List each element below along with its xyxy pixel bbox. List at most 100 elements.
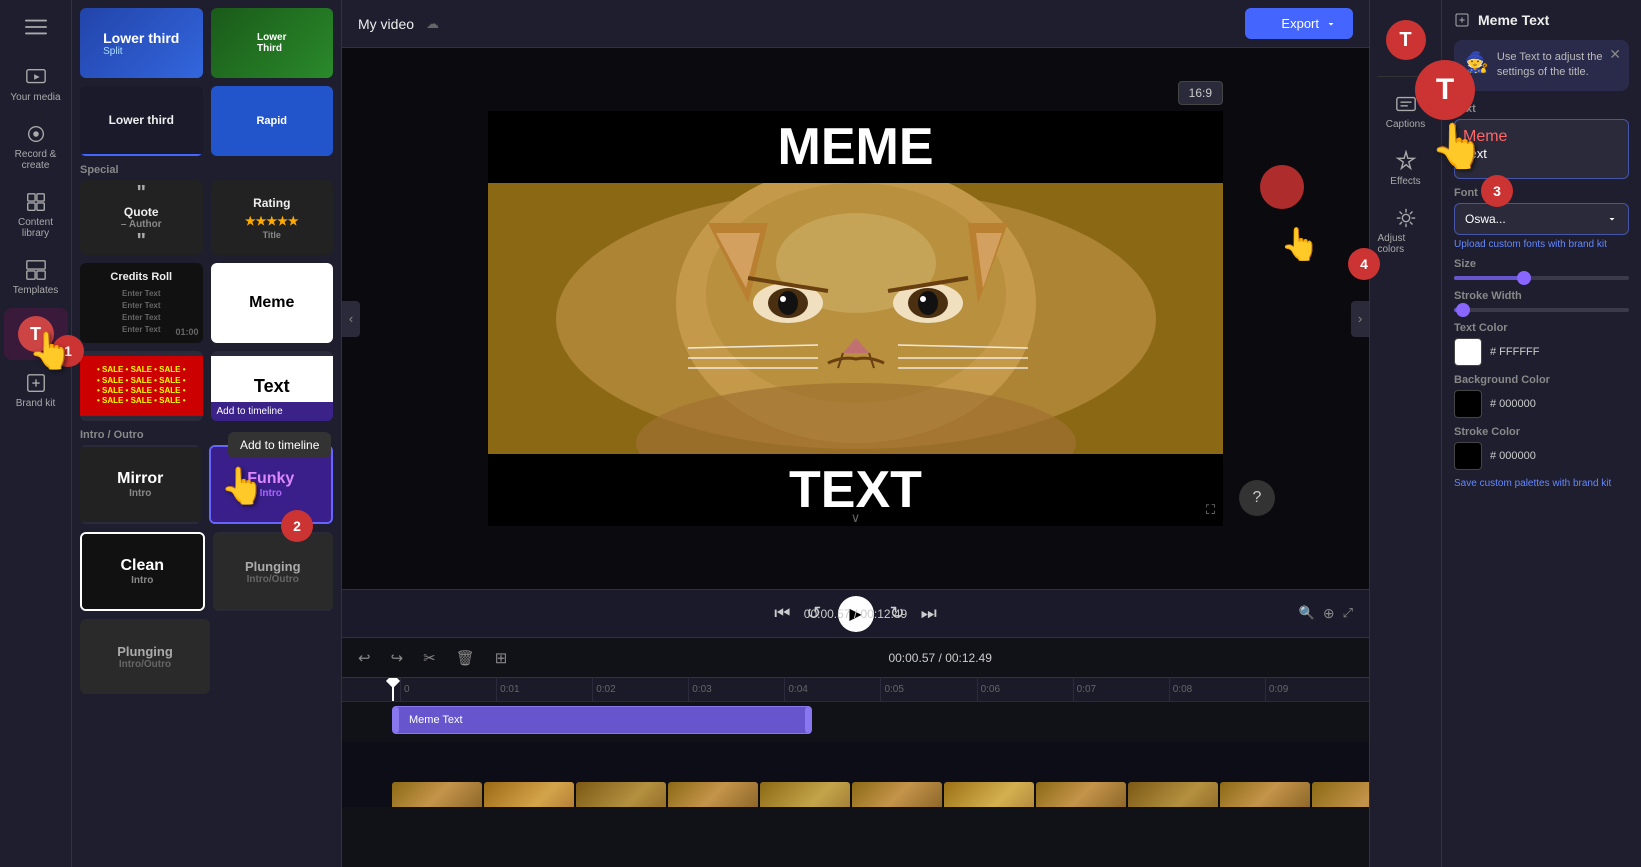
sale-card[interactable]: • SALE • SALE • SALE •• SALE • SALE • SA… [80, 351, 203, 421]
right-icon-effects[interactable]: Effects [1374, 142, 1438, 195]
stroke-thumb[interactable] [1456, 303, 1470, 317]
collapse-right-btn[interactable]: › [1351, 301, 1369, 337]
redo-btn[interactable]: ↪ [387, 645, 408, 671]
collapse-timeline-btn[interactable]: ∨ [851, 510, 861, 526]
templates-panel: Lower third Split Lower Third Lower thir… [72, 0, 342, 867]
sale-preview: • SALE • SALE • SALE •• SALE • SALE • SA… [80, 356, 203, 416]
video-frame-9 [1128, 782, 1218, 807]
lt-minimal-preview: Lower third [80, 86, 203, 156]
undo-btn[interactable]: ↩ [354, 645, 375, 671]
hamburger-menu[interactable] [4, 8, 68, 46]
plunging-card[interactable]: Plunging Intro/Outro [213, 532, 334, 611]
time-separator: / [854, 607, 861, 621]
ruler-mark-1: 0:01 [496, 678, 592, 702]
total-time: 00:12.49 [861, 607, 908, 621]
rapid-label: Rapid [256, 115, 287, 127]
main-area: My video ☁ Export ‹ 16:9 Meme [342, 0, 1369, 867]
fit-view-btn[interactable]: ⤢ [1343, 605, 1353, 622]
meme-text-card[interactable]: Text Add to timeline [211, 351, 334, 421]
panel-title: Meme Text [1454, 12, 1629, 28]
save-palettes-text: Save custom palettes [1454, 478, 1550, 489]
content-label: Content library [8, 217, 64, 239]
zoom-controls: 🔍 ⊕ ⤢ [1299, 605, 1353, 622]
add-timeline-btn[interactable]: Add to timeline [217, 406, 283, 417]
mirror-card[interactable]: Mirror Intro [80, 445, 201, 524]
quote-card[interactable]: " Quote – Author " [80, 180, 203, 255]
ruler-mark-2: 0:02 [592, 678, 688, 702]
delete-btn[interactable]: 🗑 [452, 645, 479, 671]
lower-third-minimal-card[interactable]: Lower third [80, 86, 203, 156]
credits-roll-card[interactable]: Credits Roll Enter TextEnter TextEnter T… [80, 263, 203, 343]
stroke-color-row: # 000000 [1454, 442, 1629, 470]
lower-third-green-card[interactable]: Lower Third [211, 8, 334, 78]
bg-color-swatch[interactable] [1454, 390, 1482, 418]
text-input-area[interactable]: Meme Text [1454, 119, 1629, 179]
video-container: ‹ 16:9 Meme [342, 48, 1369, 589]
lower-third-blue-card[interactable]: Lower third Split [80, 8, 203, 78]
plunging-preview: Plunging Intro/Outro [213, 534, 334, 609]
clip-handle-right[interactable] [805, 707, 811, 733]
sidebar-item-record[interactable]: Record & create [4, 115, 68, 179]
rating-card[interactable]: Rating ★★★★★ Title [211, 180, 334, 255]
lt-rapid-preview: Rapid [211, 86, 334, 156]
cut-btn[interactable]: ✂ [419, 645, 440, 671]
video-frame-3 [576, 782, 666, 807]
tooltip-banner: 🧙 Use Text to adjust the settings of the… [1454, 40, 1629, 91]
right-icon-text[interactable]: T [1374, 12, 1438, 68]
plunging2-card[interactable]: Plunging Intro/Outro [80, 619, 210, 694]
skip-forward-btn[interactable]: ⏭ [921, 603, 937, 624]
stroke-color-swatch[interactable] [1454, 442, 1482, 470]
clip-label: Meme Text [401, 714, 463, 726]
ruler-mark-4: 0:04 [784, 678, 880, 702]
current-time: 00:00.57 [804, 607, 851, 621]
right-icon-adjust-colors[interactable]: Adjust colors [1374, 199, 1438, 263]
meme-card[interactable]: Meme [211, 263, 334, 343]
clip-handle-left[interactable] [393, 707, 399, 733]
fullscreen-btn[interactable]: ⛶ [1206, 502, 1215, 518]
record-label: Record & create [8, 149, 64, 171]
duplicate-btn[interactable]: ⊞ [491, 645, 512, 671]
text-icon-letter: T [30, 324, 41, 345]
text-color-value: # FFFFFF [1490, 346, 1540, 358]
export-button[interactable]: Export [1245, 8, 1353, 39]
size-thumb[interactable] [1517, 271, 1531, 285]
close-tooltip-btn[interactable]: ✕ [1609, 46, 1621, 63]
time-display: 00:00.57 / 00:12.49 [804, 607, 907, 621]
video-thumbnails-track [342, 742, 1369, 807]
zoom-out-btn[interactable]: 🔍 [1299, 605, 1315, 622]
sidebar-item-templates[interactable]: Templates [4, 251, 68, 304]
rapid-card[interactable]: Rapid [211, 86, 334, 156]
funky-card[interactable]: Funky Intro [209, 445, 334, 524]
text-color-swatch[interactable] [1454, 338, 1482, 366]
clean-card[interactable]: Clean Intro [80, 532, 205, 611]
help-button[interactable]: ? [1239, 480, 1275, 516]
zoom-in-btn[interactable]: ⊕ [1323, 605, 1335, 622]
sidebar-item-content[interactable]: Content library [4, 183, 68, 247]
save-palettes-link[interactable]: Save custom palettes with brand kit [1454, 478, 1629, 489]
font-dropdown[interactable]: Oswa... [1454, 203, 1629, 235]
right-icon-captions[interactable]: Captions [1374, 85, 1438, 138]
effects-label: Effects [1390, 176, 1420, 187]
video-frame-11 [1312, 782, 1369, 807]
ruler-mark-6: 0:06 [977, 678, 1073, 702]
video-track [392, 782, 1361, 807]
template-row-intro: Mirror Intro Funky Intro [80, 445, 333, 524]
meme-text-clip[interactable]: Meme Text [392, 706, 812, 734]
collapse-left-btn[interactable]: ‹ [342, 301, 360, 337]
left-sidebar: Your media Record & create Content libra… [0, 0, 72, 867]
skip-back-btn[interactable]: ⏮ [774, 603, 790, 624]
ruler-mark-5: 0:05 [880, 678, 976, 702]
tooltip-text-content: Use Text to adjust the settings of the t… [1497, 50, 1619, 81]
brand-label: Brand kit [16, 398, 55, 409]
sidebar-item-your-media[interactable]: Your media [4, 58, 68, 111]
sidebar-item-brand[interactable]: Brand kit [4, 364, 68, 417]
ruler-mark-8: 0:08 [1169, 678, 1265, 702]
stroke-slider[interactable] [1454, 308, 1629, 312]
sidebar-item-text[interactable]: T [4, 308, 68, 360]
aspect-ratio-badge[interactable]: 16:9 [1178, 81, 1223, 105]
upload-fonts-link[interactable]: Upload custom fonts with brand kit [1454, 239, 1629, 250]
size-slider[interactable] [1454, 276, 1629, 280]
video-frame-1 [392, 782, 482, 807]
export-label: Export [1281, 16, 1319, 31]
special-section-label: Special [80, 164, 333, 176]
